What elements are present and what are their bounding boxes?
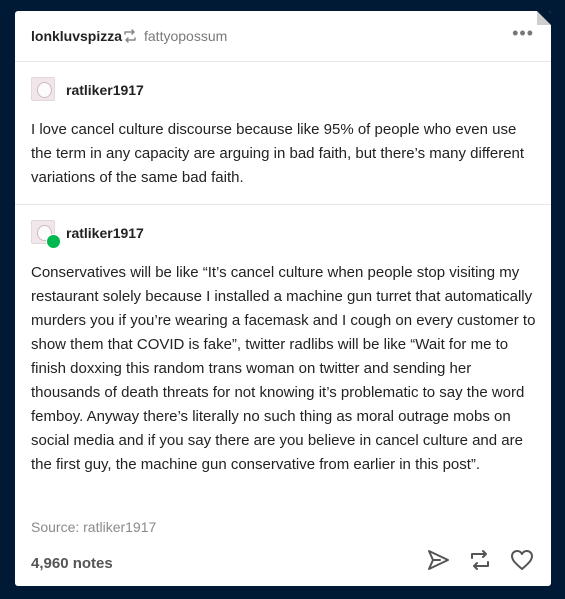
source-line: Source: ratliker1917 (31, 519, 156, 535)
entry-text: Conservatives will be like “It’s cancel … (31, 264, 536, 473)
notes-count[interactable]: 4,960 notes (31, 555, 113, 572)
entry-username[interactable]: ratliker1917 (66, 82, 144, 98)
source-label: Source: (31, 519, 80, 535)
reblog-icon[interactable] (467, 547, 493, 573)
post-card: lonkluvspizza fattyopossum ••• ratliker1… (15, 11, 551, 586)
share-icon[interactable] (425, 547, 451, 573)
reblog-icon (122, 28, 138, 49)
blog-name-link[interactable]: lonkluvspizza (31, 28, 122, 44)
reblogged-from-link[interactable]: fattyopossum (144, 28, 227, 44)
avatar[interactable] (31, 220, 61, 249)
reblog-badge-icon (46, 234, 61, 249)
entry-text: I love cancel culture discourse because … (31, 121, 525, 186)
post-actions (425, 547, 537, 573)
source-link[interactable]: ratliker1917 (83, 519, 156, 535)
post-header: lonkluvspizza fattyopossum ••• (15, 11, 551, 62)
entry-username[interactable]: ratliker1917 (66, 225, 144, 241)
avatar[interactable] (31, 77, 55, 101)
more-options-icon[interactable]: ••• (512, 23, 534, 44)
entry-divider (15, 204, 551, 205)
like-icon[interactable] (509, 547, 535, 573)
